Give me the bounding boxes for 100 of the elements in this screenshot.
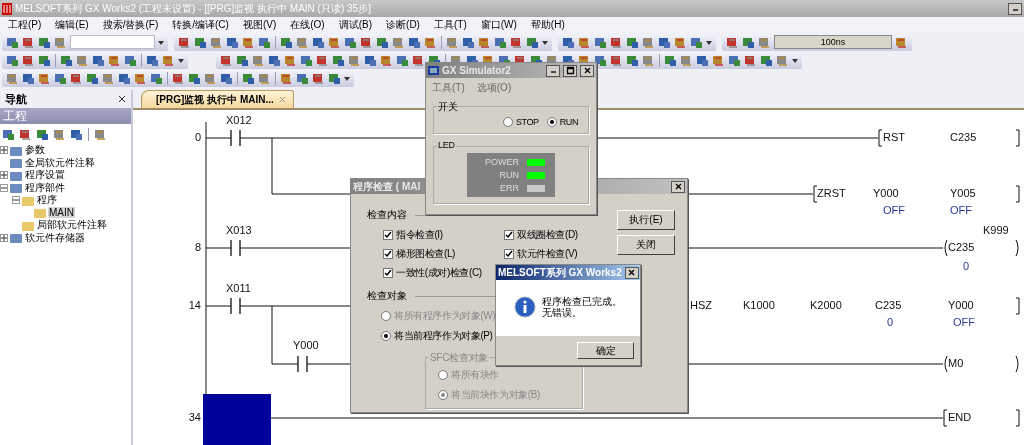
combo-field[interactable] xyxy=(70,35,155,49)
dialog-button[interactable]: 关闭 xyxy=(617,235,675,255)
menu-item[interactable]: 工程(P) xyxy=(8,18,42,32)
tool-icon[interactable] xyxy=(280,71,293,85)
tool-icon[interactable] xyxy=(594,53,607,67)
tool-icon[interactable] xyxy=(150,71,163,85)
menu-item[interactable]: 窗口(W) xyxy=(480,18,517,32)
tool-icon[interactable] xyxy=(626,53,639,67)
tool-icon[interactable] xyxy=(658,35,671,49)
tree-item[interactable]: 全局软元件注释 xyxy=(24,155,96,170)
tool-icon[interactable] xyxy=(312,35,325,49)
tool-icon[interactable] xyxy=(312,71,325,85)
tool-icon[interactable] xyxy=(19,127,32,141)
tool-icon[interactable] xyxy=(760,53,773,67)
checkbox[interactable] xyxy=(383,267,393,278)
tool-icon[interactable] xyxy=(316,53,329,67)
checkbox[interactable] xyxy=(504,229,514,240)
tool-icon[interactable] xyxy=(728,53,741,67)
tool-icon[interactable] xyxy=(360,35,373,49)
caret-icon[interactable] xyxy=(178,56,184,64)
tool-icon[interactable] xyxy=(236,53,249,67)
tool-icon[interactable] xyxy=(380,53,393,67)
tree-item[interactable]: MAIN xyxy=(48,207,75,219)
minimize-button[interactable] xyxy=(1008,2,1022,15)
tool-icon[interactable] xyxy=(610,35,623,49)
tool-icon[interactable] xyxy=(494,35,507,49)
tree-item[interactable]: 参数 xyxy=(24,143,46,158)
check-option[interactable]: 一致性(成对)检查(C) xyxy=(383,266,482,279)
tool-icon[interactable] xyxy=(60,53,73,67)
tool-icon[interactable] xyxy=(146,53,159,67)
tool-icon[interactable] xyxy=(396,53,409,67)
tool-icon[interactable] xyxy=(108,53,121,67)
tool-icon[interactable] xyxy=(690,35,703,49)
tool-icon[interactable] xyxy=(162,53,175,67)
tool-icon[interactable] xyxy=(220,53,233,67)
editor-tab[interactable]: [PRG]监视 执行中 MAIN... xyxy=(141,90,294,108)
tool-icon[interactable] xyxy=(22,35,35,49)
caret-icon[interactable] xyxy=(158,38,164,46)
tree-item[interactable]: 程序设置 xyxy=(24,168,66,183)
radio-button[interactable] xyxy=(546,117,557,127)
tool-icon[interactable] xyxy=(895,35,908,49)
tool-icon[interactable] xyxy=(744,53,757,67)
tool-icon[interactable] xyxy=(626,35,639,49)
tool-icon[interactable] xyxy=(300,53,313,67)
tool-icon[interactable] xyxy=(526,35,539,49)
tool-icon[interactable] xyxy=(664,53,677,67)
tool-icon[interactable] xyxy=(408,35,421,49)
check-option[interactable]: 双线圈检查(D) xyxy=(504,228,578,241)
tool-icon[interactable] xyxy=(6,35,19,49)
tool-icon[interactable] xyxy=(594,35,607,49)
tree-item[interactable]: 程序部件 xyxy=(24,180,66,195)
tool-icon[interactable] xyxy=(562,35,575,49)
tool-icon[interactable] xyxy=(364,53,377,67)
tool-icon[interactable] xyxy=(2,127,15,141)
tool-icon[interactable] xyxy=(462,35,475,49)
radio-button[interactable] xyxy=(381,331,391,341)
expander-icon[interactable] xyxy=(0,171,8,180)
tool-icon[interactable] xyxy=(172,71,185,85)
close-icon[interactable] xyxy=(118,95,126,103)
tool-icon[interactable] xyxy=(296,71,309,85)
tool-icon[interactable] xyxy=(124,53,137,67)
tool-icon[interactable] xyxy=(22,71,35,85)
radio-option[interactable]: STOP xyxy=(502,117,539,127)
tool-icon[interactable] xyxy=(280,35,293,49)
tool-icon[interactable] xyxy=(54,71,67,85)
expander-icon[interactable] xyxy=(0,183,8,192)
tool-icon[interactable] xyxy=(86,71,99,85)
tool-icon[interactable] xyxy=(70,127,83,141)
menu-item[interactable]: 转换/编译(C) xyxy=(172,18,229,32)
caret-icon[interactable] xyxy=(344,74,350,82)
tool-icon[interactable] xyxy=(610,53,623,67)
expander-icon[interactable] xyxy=(0,146,8,155)
tool-icon[interactable] xyxy=(424,35,437,49)
checkbox[interactable] xyxy=(504,248,514,259)
tool-icon[interactable] xyxy=(220,71,233,85)
check-option[interactable]: 指令检查(I) xyxy=(383,228,443,241)
tool-icon[interactable] xyxy=(284,53,297,67)
tool-icon[interactable] xyxy=(22,53,35,67)
tool-icon[interactable] xyxy=(258,35,271,49)
checkbox[interactable] xyxy=(383,248,393,259)
caret-icon[interactable] xyxy=(706,38,712,46)
menu-item[interactable]: 工具(T) xyxy=(433,18,467,32)
tool-icon[interactable] xyxy=(178,35,191,49)
tool-icon[interactable] xyxy=(38,35,51,49)
tool-icon[interactable] xyxy=(70,71,83,85)
menu-item[interactable]: 视图(V) xyxy=(242,18,277,32)
menu-item[interactable]: 在线(O) xyxy=(290,18,325,32)
menu-item[interactable]: 帮助(H) xyxy=(530,18,565,32)
tool-icon[interactable] xyxy=(6,53,19,67)
expander-icon[interactable] xyxy=(12,196,20,205)
close-button[interactable] xyxy=(624,266,639,279)
caret-icon[interactable] xyxy=(542,38,548,46)
radio-option[interactable]: RUN xyxy=(546,117,578,127)
tool-icon[interactable] xyxy=(38,71,51,85)
tool-icon[interactable] xyxy=(188,71,201,85)
tool-icon[interactable] xyxy=(38,53,51,67)
tool-icon[interactable] xyxy=(118,71,131,85)
tool-icon[interactable] xyxy=(344,35,357,49)
tool-icon[interactable] xyxy=(242,35,255,49)
check-option[interactable]: 软元件检查(V) xyxy=(504,247,578,260)
